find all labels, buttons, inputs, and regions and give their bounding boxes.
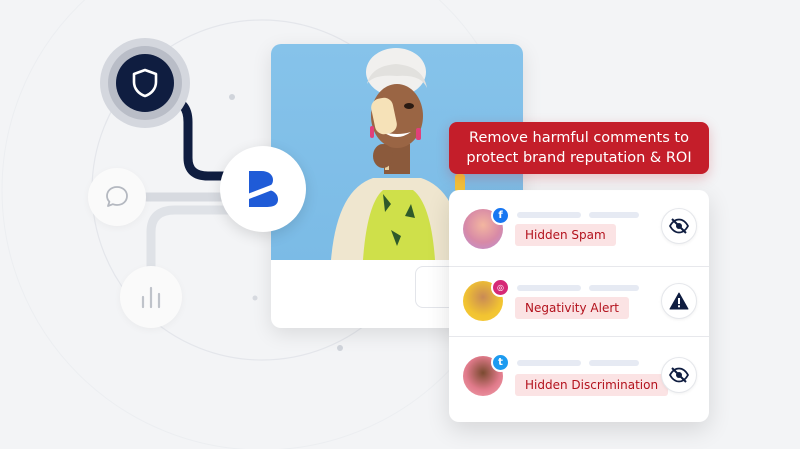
brand-logo-icon — [248, 171, 278, 207]
status-tag: Hidden Discrimination — [515, 374, 669, 396]
comment-row: t Hidden Discrimination — [449, 336, 709, 413]
moderated-comments-card: f Hidden Spam ◎ Negativity Alert t Hidde… — [449, 190, 709, 422]
headline-banner: Remove harmful comments to protect brand… — [449, 122, 709, 174]
status-tag: Hidden Spam — [515, 224, 616, 246]
chat-bubble-icon — [106, 186, 128, 207]
shield-icon — [132, 68, 158, 98]
chart-node — [120, 266, 182, 328]
alert-button[interactable] — [661, 283, 697, 319]
hero-illustration: Remove harmful comments to protect brand… — [0, 0, 800, 449]
warning-icon — [669, 292, 689, 310]
brand-node — [220, 146, 306, 232]
skeleton-line — [517, 285, 581, 291]
eye-off-icon — [669, 218, 689, 234]
twitter-icon: t — [491, 353, 510, 372]
skeleton-line — [517, 212, 581, 218]
chat-node — [88, 168, 146, 226]
skeleton-line — [517, 360, 581, 366]
status-tag: Negativity Alert — [515, 297, 629, 319]
hide-comment-button[interactable] — [661, 357, 697, 393]
skeleton-line — [589, 285, 639, 291]
skeleton-line — [589, 360, 639, 366]
instagram-icon: ◎ — [491, 278, 510, 297]
eye-off-icon — [669, 367, 689, 383]
comment-row: ◎ Negativity Alert — [449, 266, 709, 343]
bar-chart-icon — [141, 286, 161, 309]
hide-comment-button[interactable] — [661, 208, 697, 244]
skeleton-line — [589, 212, 639, 218]
comment-row: f Hidden Spam — [449, 190, 709, 266]
banner-text: Remove harmful comments to protect brand… — [466, 130, 692, 166]
shield-node-ring — [108, 46, 182, 120]
shield-node — [100, 38, 190, 128]
shield-node-core — [116, 54, 174, 112]
facebook-icon: f — [491, 206, 510, 225]
